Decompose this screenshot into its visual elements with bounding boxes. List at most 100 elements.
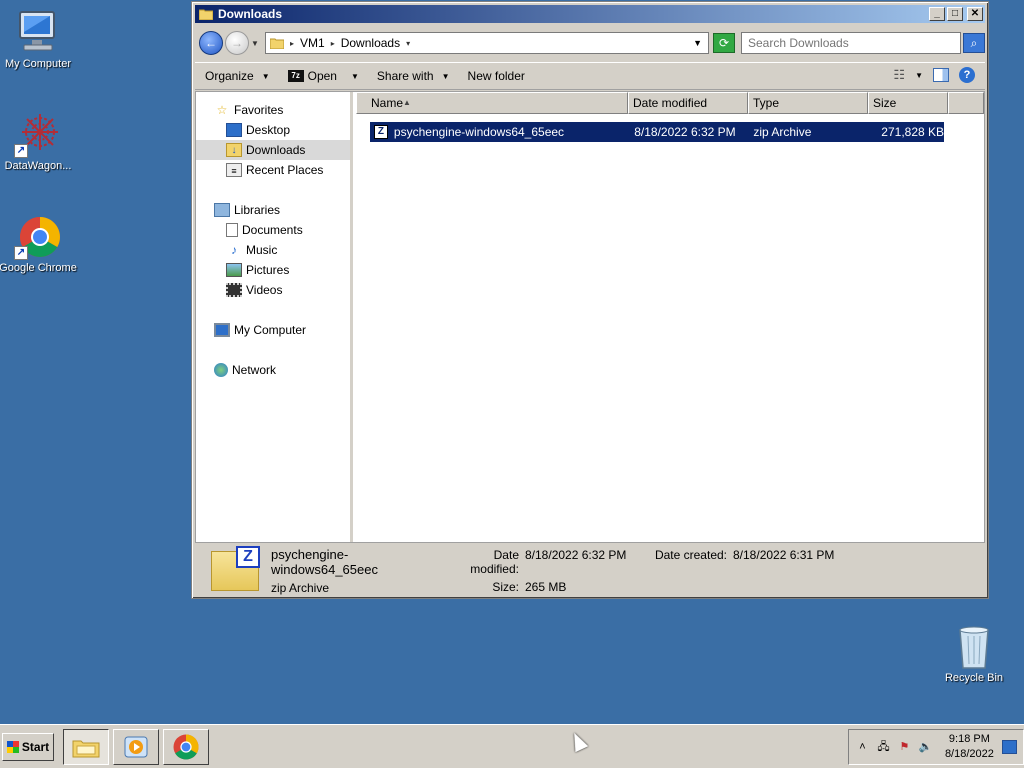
- desktop-icon-label: My Computer: [4, 58, 72, 70]
- nav-label: Desktop: [246, 123, 291, 137]
- desktop-icon-recycle-bin[interactable]: Recycle Bin: [934, 624, 1014, 684]
- sort-ascending-icon: ▲: [403, 98, 411, 107]
- action-center-icon[interactable]: ⚑: [897, 740, 912, 754]
- details-size-value: 265 MB: [525, 580, 567, 594]
- details-date-modified-label: Date modified:: [470, 548, 519, 576]
- windows-flag-icon: [6, 741, 19, 753]
- change-view-icon[interactable]: ☷: [893, 67, 905, 83]
- desktop-icon-label: Google Chrome: [0, 262, 77, 274]
- show-desktop-icon[interactable]: [1001, 740, 1017, 754]
- taskbar-media-player-button[interactable]: [113, 729, 159, 765]
- nav-item-pictures[interactable]: Pictures: [196, 260, 350, 280]
- window-titlebar[interactable]: Downloads _ □ ✕: [195, 5, 985, 23]
- refresh-icon: ⟳: [718, 36, 730, 50]
- nav-label: Favorites: [234, 103, 284, 117]
- column-header-type[interactable]: Type: [748, 92, 868, 114]
- nav-label: Music: [246, 243, 278, 257]
- shortcut-arrow-icon: ↗: [14, 144, 28, 158]
- desktop-icon-my-computer[interactable]: My Computer: [0, 10, 78, 70]
- nav-item-libraries[interactable]: Libraries: [196, 200, 350, 220]
- breadcrumb-downloads[interactable]: Downloads: [341, 36, 400, 50]
- details-file-name: psychengine-windows64_65eec: [271, 547, 378, 577]
- column-header-size[interactable]: Size: [868, 92, 948, 114]
- file-row[interactable]: Z psychengine-windows64_65eec 8/18/2022 …: [370, 122, 944, 142]
- nav-item-documents[interactable]: Documents: [196, 220, 350, 240]
- preview-pane-icon[interactable]: [933, 68, 949, 82]
- nav-item-recent-places[interactable]: ≡ Recent Places: [196, 160, 350, 180]
- address-bar[interactable]: ▸ VM1 ▸ Downloads ▾ ▼: [265, 32, 709, 54]
- nav-label: Recent Places: [246, 163, 324, 177]
- column-header-name[interactable]: Name ▲: [356, 92, 628, 114]
- clock-time: 9:18 PM: [948, 733, 990, 745]
- folder-icon: [270, 38, 284, 49]
- column-label: Date modified: [633, 96, 708, 110]
- desktop-icon-datawagon[interactable]: ↗ DataWagon...: [0, 112, 78, 172]
- nav-label: Network: [232, 363, 277, 377]
- content-area: ☆ Favorites Desktop ↓ Downloads ≡ Recent…: [195, 91, 985, 543]
- recent-places-icon: ≡: [226, 163, 242, 177]
- chevron-right-icon[interactable]: ▸: [290, 39, 294, 48]
- column-header-empty: [948, 92, 984, 114]
- open-button[interactable]: 7z Open ▼: [287, 69, 359, 83]
- network-icon[interactable]: 🖧: [876, 740, 891, 754]
- back-button[interactable]: ←: [199, 31, 223, 55]
- search-button[interactable]: ⌕: [963, 33, 985, 53]
- details-date-created-value: 8/18/2022 6:31 PM: [733, 548, 835, 562]
- help-icon[interactable]: ?: [959, 67, 975, 83]
- nav-item-favorites[interactable]: ☆ Favorites: [196, 100, 350, 120]
- show-hidden-icons-icon[interactable]: ˄: [855, 740, 870, 754]
- arrow-right-icon: →: [231, 36, 243, 50]
- maximize-button[interactable]: □: [947, 7, 963, 21]
- close-button[interactable]: ✕: [967, 7, 983, 21]
- chevron-down-icon: ▼: [261, 71, 270, 81]
- clock[interactable]: 9:18 PM 8/18/2022: [945, 732, 994, 762]
- explorer-folders-icon: [72, 740, 100, 758]
- column-header-date-modified[interactable]: Date modified: [628, 92, 748, 114]
- organize-button[interactable]: Organize ▼: [205, 69, 270, 83]
- address-history-dropdown-icon[interactable]: ▼: [693, 38, 702, 48]
- document-icon: [226, 223, 238, 237]
- nav-item-my-computer[interactable]: My Computer: [196, 320, 350, 340]
- start-button[interactable]: Start: [2, 733, 54, 761]
- column-label: Name: [371, 96, 404, 110]
- nav-item-downloads[interactable]: ↓ Downloads: [196, 140, 350, 160]
- picture-icon: [226, 263, 242, 277]
- music-note-icon: ♪: [231, 243, 237, 257]
- nav-label: Libraries: [234, 203, 281, 217]
- taskbar-explorer-button[interactable]: [63, 729, 109, 765]
- chrome-icon: [173, 734, 199, 760]
- search-box[interactable]: [741, 32, 961, 54]
- volume-icon[interactable]: 🔈: [918, 740, 933, 754]
- arrow-left-icon: ←: [205, 36, 217, 50]
- share-with-label: Share with: [376, 69, 434, 83]
- chevron-right-icon[interactable]: ▸: [331, 39, 335, 48]
- nav-label: My Computer: [234, 323, 307, 337]
- chrome-icon: ↗: [14, 214, 62, 260]
- system-tray: ˄ 🖧 ⚑ 🔈 9:18 PM 8/18/2022: [848, 729, 1024, 765]
- refresh-button[interactable]: ⟳: [713, 33, 735, 53]
- column-headers: Name ▲ Date modified Type Size: [356, 92, 984, 114]
- computer-icon: [214, 323, 230, 337]
- datawagon-icon: ↗: [14, 112, 62, 158]
- chevron-down-icon[interactable]: ▾: [406, 39, 410, 48]
- nav-item-desktop[interactable]: Desktop: [196, 120, 350, 140]
- taskbar-chrome-button[interactable]: [163, 729, 209, 765]
- forward-button[interactable]: →: [225, 31, 249, 55]
- new-folder-label: New folder: [467, 69, 525, 83]
- monitor-icon: [14, 10, 62, 56]
- navigation-pane: ☆ Favorites Desktop ↓ Downloads ≡ Recent…: [196, 92, 353, 542]
- chevron-down-icon[interactable]: ▼: [915, 71, 923, 80]
- command-toolbar: Organize ▼ 7z Open ▼ Share with ▼ New fo…: [195, 62, 985, 90]
- nav-item-network[interactable]: Network: [196, 360, 350, 380]
- chevron-down-icon[interactable]: ▼: [351, 72, 359, 81]
- new-folder-button[interactable]: New folder: [468, 69, 525, 83]
- desktop-icon-google-chrome[interactable]: ↗ Google Chrome: [0, 214, 78, 274]
- nav-item-music[interactable]: ♪ Music: [196, 240, 350, 260]
- nav-item-videos[interactable]: Videos: [196, 280, 350, 300]
- search-input[interactable]: [742, 36, 960, 50]
- minimize-button[interactable]: _: [929, 7, 945, 21]
- share-with-button[interactable]: Share with ▼: [377, 69, 450, 83]
- recent-pages-dropdown-icon[interactable]: ▼: [251, 39, 261, 48]
- nav-label: Videos: [246, 283, 283, 297]
- breadcrumb-vm1[interactable]: VM1: [300, 36, 325, 50]
